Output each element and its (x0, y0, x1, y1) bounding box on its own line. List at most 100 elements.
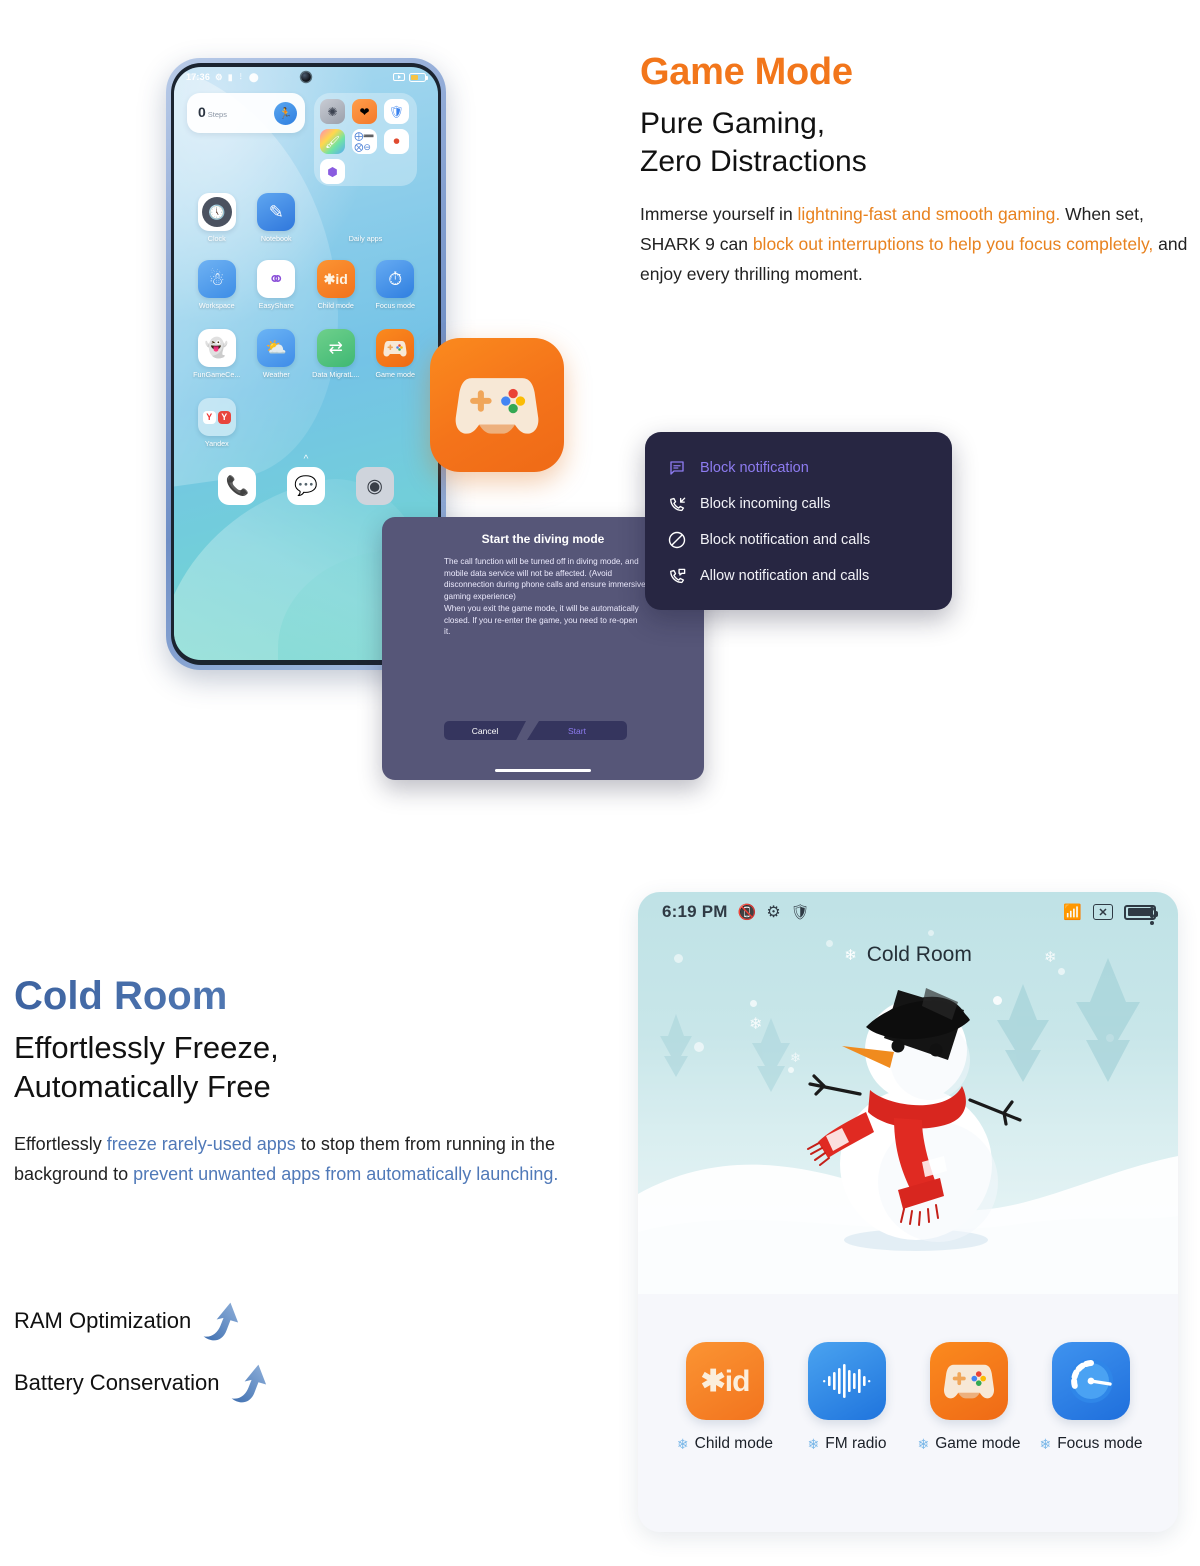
cold-room-copy: Cold Room Effortlessly Freeze, Automatic… (14, 975, 614, 1189)
game-mode-icon (376, 329, 415, 367)
app-child-mode[interactable]: ✱id Child mode (306, 260, 366, 310)
shield-icon: ⬤ (248, 71, 259, 82)
sim-icon: ⋮ (237, 74, 244, 80)
steps-label: Steps (207, 110, 227, 119)
page-title: Game Mode (640, 51, 853, 93)
app-yandex[interactable]: Y Y Yandex (187, 398, 247, 448)
menu-item-block-incoming-calls[interactable]: Block incoming calls (645, 486, 952, 522)
app-label: Child mode (317, 301, 354, 310)
chevron-up-icon[interactable]: ^ (187, 454, 425, 465)
app-label: Yandex (204, 439, 229, 448)
camera-icon[interactable]: ◉ (355, 467, 394, 505)
focus-mode-icon (1052, 1342, 1130, 1420)
cancel-button[interactable]: Cancel (444, 721, 526, 740)
app-label: Data MigratL... (312, 370, 360, 379)
running-person-icon: 🏃 (274, 101, 297, 125)
message-block-icon (667, 458, 687, 478)
frozen-app-label: ❄ Child mode (677, 1435, 773, 1453)
no-entry-icon (667, 530, 687, 550)
app-notebook[interactable]: ✎ Notebook (247, 193, 307, 243)
menu-item-label: Block notification (700, 460, 809, 476)
body-highlight-2: block out interruptions to help you focu… (752, 234, 1154, 255)
cold-room-title: Cold Room (14, 975, 614, 1017)
app-easyshare[interactable]: ⚭ EasyShare (247, 260, 307, 310)
data-migration-icon: ⇄ (316, 329, 355, 367)
cold-room-benefits: RAM Optimization Battery Conservation (14, 1290, 434, 1414)
yandex-icon: Y Y (197, 398, 236, 436)
cold-body-highlight-1: freeze rarely-used apps (106, 1133, 296, 1154)
phone-dock: 📞 💬 ◉ (187, 467, 425, 505)
label-text: Focus mode (1057, 1435, 1143, 1452)
marketing-page: 17:36 ⚙ ▮ ⋮ ⬤ 0 Steps 🏃 ✺ ❤ 🛡 🖌 ⨁➖ ⨂⊖ ⏺ … (0, 0, 1200, 1566)
benefit-battery-conservation: Battery Conservation (14, 1352, 434, 1414)
app-label: EasyShare (258, 301, 294, 310)
game-mode-copy: Game Mode Pure Gaming, Zero Distractions… (640, 51, 1196, 290)
benefit-label: Battery Conservation (14, 1370, 220, 1395)
app-row-4: Y Y Yandex (187, 398, 425, 448)
call-message-icon (667, 566, 687, 586)
snowflake-icon: ❄ (1039, 1435, 1052, 1452)
app-focus-mode[interactable]: ⏱ Focus mode (366, 260, 426, 310)
menu-item-label: Block notification and calls (700, 532, 871, 548)
theme-brush-icon: 🖌 (320, 129, 345, 154)
frozen-app-child-mode[interactable]: ✱id ❄ Child mode (664, 1342, 786, 1453)
cold-room-header: ❄ Cold Room (638, 932, 1178, 978)
game-mode-section: 17:36 ⚙ ▮ ⋮ ⬤ 0 Steps 🏃 ✺ ❤ 🛡 🖌 ⨁➖ ⨂⊖ ⏺ … (0, 0, 1200, 830)
menu-item-label: Block incoming calls (700, 496, 831, 512)
cold-subtitle: Effortlessly Freeze, Automatically Free (14, 1029, 614, 1107)
menu-item-block-notification[interactable]: Block notification (645, 450, 952, 486)
notebook-pen-icon: ✎ (257, 193, 296, 231)
app-weather[interactable]: ⛅ Weather (247, 329, 307, 379)
call-incoming-icon (667, 494, 687, 514)
steps-widget[interactable]: 0 Steps 🏃 (187, 93, 305, 133)
app-game-mode[interactable]: Game mode (366, 325, 426, 379)
compass-icon: ✺ (320, 99, 345, 124)
start-button[interactable]: Start (527, 721, 627, 740)
benefit-ram-optimization: RAM Optimization (14, 1290, 434, 1352)
frozen-app-fm-radio[interactable]: ❄ FM radio (786, 1342, 908, 1453)
cold-subtitle-line1: Effortlessly Freeze, (14, 1030, 279, 1065)
app-data-migration[interactable]: ⇄ Data MigratL... (306, 329, 366, 379)
dialog-actions: Cancel Start (444, 721, 627, 740)
body-highlight-1: lightning-fast and smooth gaming. (797, 204, 1061, 225)
cold-body-highlight-2: prevent unwanted apps from automatically… (133, 1163, 559, 1184)
daily-apps-folder[interactable]: ✺ ❤ 🛡 🖌 ⨁➖ ⨂⊖ ⏺ ⬢ (314, 93, 417, 186)
folder-label: Daily apps (348, 234, 383, 243)
cold-body-part-1: Effortlessly (14, 1133, 107, 1154)
status-time: 6:19 PM (662, 902, 728, 921)
gallery-hex-icon: ⬢ (320, 159, 345, 184)
screen-record-icon (393, 73, 405, 81)
body-part-1: Immerse yourself in (640, 204, 798, 225)
security-shield-icon: 🛡 (384, 99, 409, 124)
app-fungamecenter[interactable]: 👻 FunGameCe... (187, 329, 247, 379)
app-label: Notebook (260, 234, 292, 243)
app-clock[interactable]: 🕔 Clock (187, 193, 247, 243)
fm-radio-icon (808, 1342, 886, 1420)
game-subtitle-line1: Pure Gaming, (640, 107, 826, 141)
app-label: Focus mode (375, 301, 416, 310)
no-sim-icon: ✕ (1093, 904, 1113, 920)
gear-icon: ⚙ (215, 71, 223, 82)
snowflake-icon: ❄ (807, 1435, 820, 1452)
game-mode-app-icon-large[interactable] (430, 338, 564, 472)
menu-item-block-notification-and-calls[interactable]: Block notification and calls (645, 522, 952, 558)
phone-icon[interactable]: 📞 (218, 467, 257, 505)
fungamecenter-icon: 👻 (197, 329, 236, 367)
game-mode-icon (930, 1342, 1008, 1420)
app-row-3: 👻 FunGameCe... ⛅ Weather ⇄ Data MigratL.… (187, 325, 426, 379)
clock-icon: 🕔 (197, 193, 236, 231)
frozen-app-game-mode[interactable]: ❄ Game mode (908, 1342, 1030, 1453)
snowflake-icon: ❄ (844, 947, 857, 964)
frozen-app-label: ❄ Game mode (917, 1435, 1020, 1453)
front-camera-punchhole (301, 72, 311, 82)
menu-item-allow-notification-and-calls[interactable]: Allow notification and calls (645, 558, 952, 594)
frozen-app-focus-mode[interactable]: ❄ Focus mode (1030, 1342, 1152, 1453)
app-workspace[interactable]: ☃ Workspace (187, 260, 247, 310)
app-label: Game mode (375, 370, 416, 379)
child-mode-icon: ✱id (686, 1342, 764, 1420)
home-screen-grid: 0 Steps 🏃 ✺ ❤ 🛡 🖌 ⨁➖ ⨂⊖ ⏺ ⬢ 🕔 Clock ✎ No… (174, 87, 438, 505)
gear-icon: ⚙ (766, 904, 781, 921)
vibrate-icon: 📵 (737, 904, 757, 921)
health-heart-icon: ❤ (352, 99, 377, 124)
messages-icon[interactable]: 💬 (286, 467, 325, 505)
